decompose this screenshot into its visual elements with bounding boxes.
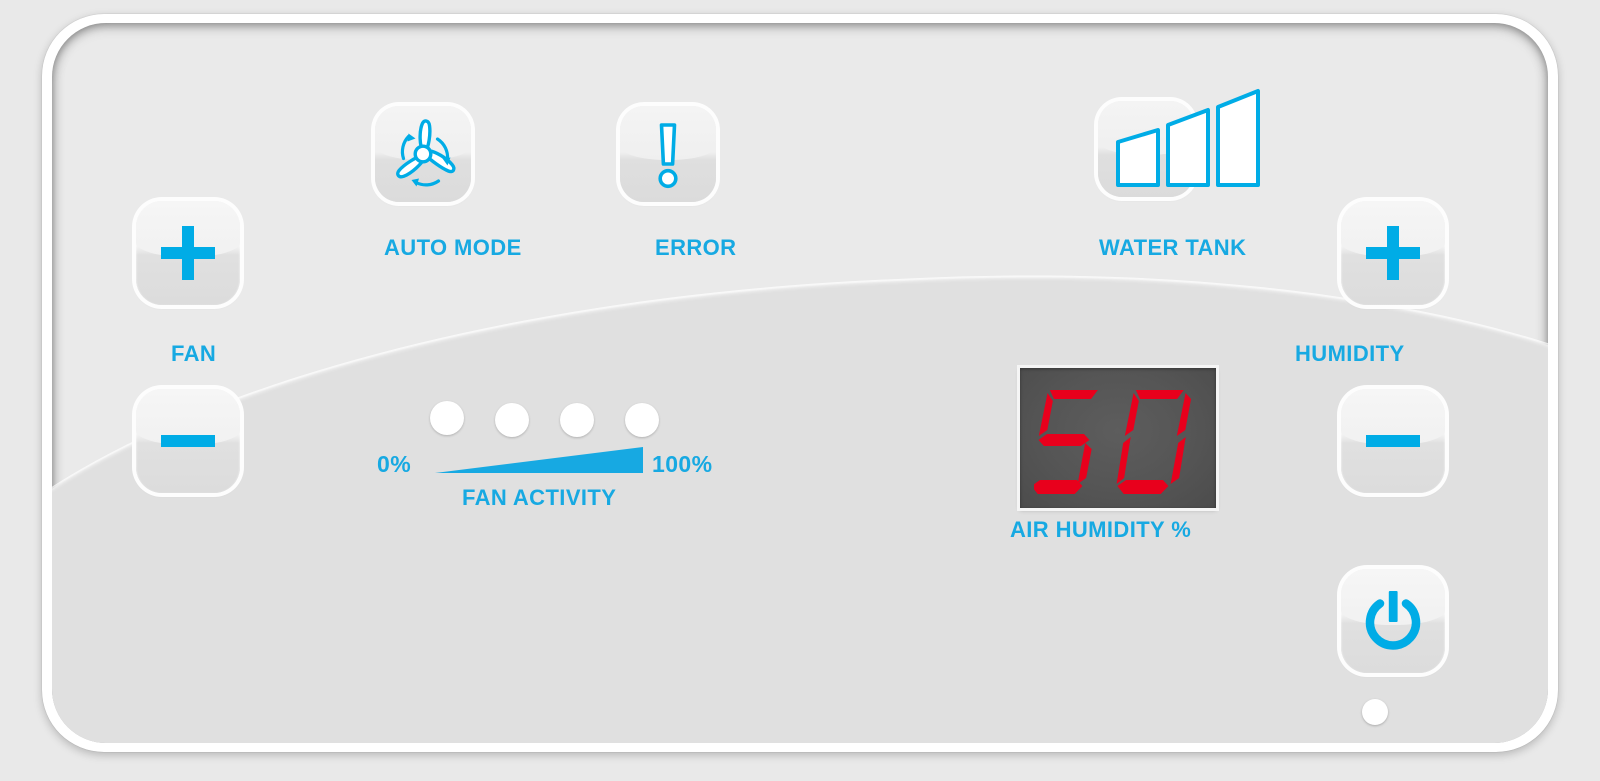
- minus-icon: [1366, 435, 1420, 447]
- auto-mode-label: AUTO MODE: [384, 235, 522, 260]
- exclamation-mark-icon: [658, 123, 678, 189]
- fan-control-label: FAN: [171, 341, 217, 366]
- air-humidity-label: AIR HUMIDITY %: [1010, 517, 1192, 542]
- fan-activity-label: FAN ACTIVITY: [462, 485, 617, 510]
- error-label: ERROR: [655, 235, 737, 260]
- fan-activity-max-label: 100%: [652, 451, 713, 477]
- air-humidity-display: [1020, 368, 1216, 508]
- fan-rotation-icon: [396, 119, 456, 187]
- auto-mode-indicator[interactable]: [375, 106, 471, 202]
- power-icon: [1365, 591, 1421, 650]
- humidity-control-label: HUMIDITY: [1295, 341, 1405, 366]
- control-panel-screen: FAN AUTO MODE ERROR WATER TANK 0% 100% F…: [0, 0, 1600, 781]
- seven-segment-digits: [1034, 390, 1192, 494]
- power-button[interactable]: [1341, 569, 1445, 673]
- fan-activity-led-1: [430, 401, 464, 435]
- minus-icon: [161, 435, 215, 447]
- error-indicator[interactable]: [620, 106, 716, 202]
- fan-activity-led-3: [560, 403, 594, 437]
- fan-activity-gauge: [435, 447, 643, 473]
- fan-activity-led-2: [495, 403, 529, 437]
- water-tank-label: WATER TANK: [1099, 235, 1247, 260]
- fan-decrease-button[interactable]: [136, 389, 240, 493]
- water-level-bars-icon: [1116, 89, 1260, 187]
- plus-icon: [161, 226, 215, 280]
- fan-activity-led-4: [625, 403, 659, 437]
- fan-increase-button[interactable]: [136, 201, 240, 305]
- power-status-led: [1362, 699, 1388, 725]
- decorative-curve-highlight: [52, 238, 1548, 743]
- plus-icon: [1366, 226, 1420, 280]
- device-face: FAN AUTO MODE ERROR WATER TANK 0% 100% F…: [52, 23, 1548, 743]
- humidity-decrease-button[interactable]: [1341, 389, 1445, 493]
- fan-activity-min-label: 0%: [377, 451, 412, 477]
- humidity-increase-button[interactable]: [1341, 201, 1445, 305]
- device-bezel: FAN AUTO MODE ERROR WATER TANK 0% 100% F…: [42, 14, 1558, 752]
